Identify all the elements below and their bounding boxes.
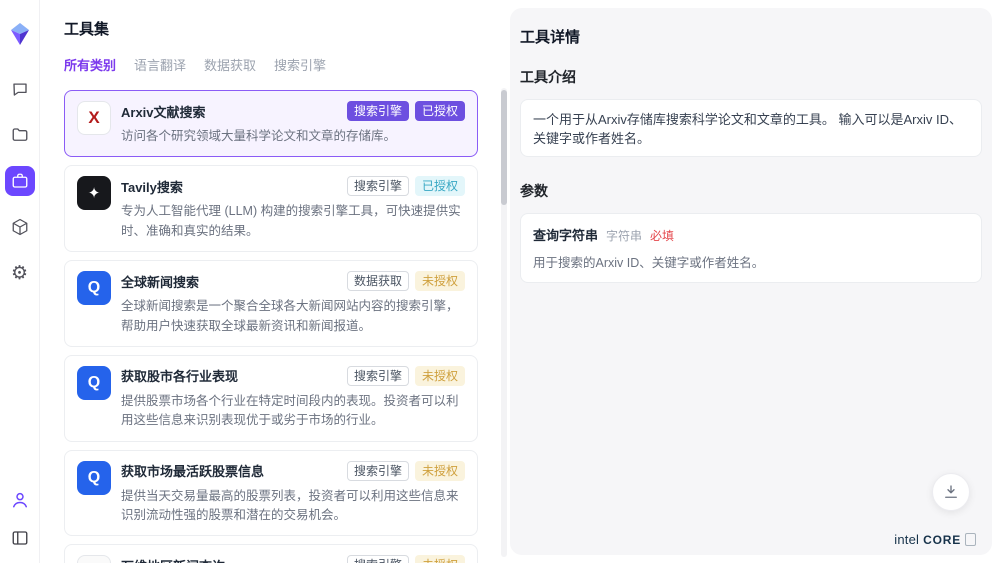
- folder-icon[interactable]: [5, 120, 35, 150]
- tool-description: 提供股票市场各个行业在特定时间段内的表现。投资者可以利用这些信息来识别表现优于或…: [121, 392, 465, 431]
- package-icon[interactable]: [5, 212, 35, 242]
- tool-card[interactable]: ☰ 万维地区新闻查询 搜索引擎 未授权 查询具体行政区划内的新闻，快速了解各地新…: [64, 544, 478, 563]
- scrollbar-track[interactable]: [501, 88, 507, 557]
- tool-list-title: 工具集: [64, 18, 478, 39]
- intel-core-text: CORE: [923, 533, 961, 547]
- params-section-title: 参数: [520, 181, 982, 201]
- auth-status-badge: 未授权: [415, 271, 465, 291]
- category-badge: 搜索引擎: [347, 176, 409, 196]
- stock-api-logo-icon: Q: [77, 366, 111, 400]
- download-icon: [942, 483, 960, 501]
- arxiv-logo-icon: X: [77, 101, 111, 135]
- tool-detail-panel: 工具详情 工具介绍 一个用于从Arxiv存储库搜索科学论文和文章的工具。 输入可…: [510, 8, 992, 555]
- category-badge: 搜索引擎: [347, 366, 409, 386]
- tool-description: 访问各个研究领域大量科学论文和文章的存储库。: [121, 127, 465, 146]
- app-logo-icon: [8, 22, 32, 46]
- param-required-badge: 必填: [650, 227, 674, 244]
- scrollbar-thumb[interactable]: [501, 90, 507, 205]
- tool-description: 全球新闻搜索是一个聚合全球各大新闻网站内容的搜索引擎，帮助用户快速获取全球最新资…: [121, 297, 465, 336]
- auth-status-badge: 已授权: [415, 176, 465, 196]
- param-description: 用于搜索的Arxiv ID、关键字或作者姓名。: [533, 252, 969, 271]
- toolbox-icon[interactable]: [5, 166, 35, 196]
- tab-搜索引擎[interactable]: 搜索引擎: [274, 55, 326, 74]
- news-api-logo-icon: Q: [77, 271, 111, 305]
- tool-card[interactable]: Q 获取股市各行业表现 搜索引擎 未授权 提供股票市场各个行业在特定时间段内的表…: [64, 355, 478, 442]
- tool-name: 万维地区新闻查询: [121, 556, 225, 563]
- category-badge: 数据获取: [347, 271, 409, 291]
- tool-card[interactable]: Q 全球新闻搜索 数据获取 未授权 全球新闻搜索是一个聚合全球各大新闻网站内容的…: [64, 260, 478, 347]
- tool-description: 专为人工智能代理 (LLM) 构建的搜索引擎工具，可快速提供实时、准确和真实的结…: [121, 202, 465, 241]
- stock-api-logo-icon: Q: [77, 461, 111, 495]
- param-type: 字符串: [606, 227, 642, 244]
- download-button[interactable]: [932, 473, 970, 511]
- tab-语言翻译[interactable]: 语言翻译: [134, 55, 186, 74]
- category-badge: 搜索引擎: [347, 461, 409, 481]
- tavily-logo-icon: ✦: [77, 176, 111, 210]
- detail-title: 工具详情: [520, 26, 982, 47]
- tool-name: 全球新闻搜索: [121, 272, 199, 291]
- tool-card-list: X Arxiv文献搜索 搜索引擎 已授权 访问各个研究领域大量科学论文和文章的存…: [64, 90, 478, 563]
- intro-section-title: 工具介绍: [520, 67, 982, 87]
- intel-core-logo: intel CORE: [894, 532, 976, 547]
- tool-name: 获取股市各行业表现: [121, 366, 238, 385]
- tool-description: 提供当天交易量最高的股票列表，投资者可以利用这些信息来识别流动性强的股票和潜在的…: [121, 487, 465, 526]
- auth-status-badge: 未授权: [415, 555, 465, 563]
- category-tabs: 所有类别语言翻译数据获取搜索引擎: [64, 55, 478, 74]
- tab-所有类别[interactable]: 所有类别: [64, 55, 116, 74]
- tool-name: 获取市场最活跃股票信息: [121, 461, 264, 480]
- user-icon[interactable]: [5, 485, 35, 515]
- app-window: ⚙ 工具集 所有类别语言翻译数据获取搜索引擎 X Arxiv文献搜索 搜索引擎: [0, 0, 1000, 563]
- auth-status-badge: 未授权: [415, 366, 465, 386]
- category-badge: 搜索引擎: [347, 101, 409, 121]
- intro-text: 一个用于从Arxiv存储库搜索科学论文和文章的工具。 输入可以是Arxiv ID…: [533, 112, 962, 146]
- intel-tier-badge: [965, 533, 976, 546]
- intro-card: 一个用于从Arxiv存储库搜索科学论文和文章的工具。 输入可以是Arxiv ID…: [520, 99, 982, 157]
- chat-icon[interactable]: [5, 74, 35, 104]
- tool-card[interactable]: Q 获取市场最活跃股票信息 搜索引擎 未授权 提供当天交易量最高的股票列表，投资…: [64, 450, 478, 537]
- document-icon: ☰: [77, 555, 111, 563]
- auth-status-badge: 未授权: [415, 461, 465, 481]
- intel-brand-text: intel: [894, 532, 919, 547]
- tool-name: Arxiv文献搜索: [121, 102, 206, 121]
- tool-name: Tavily搜索: [121, 177, 183, 196]
- sidebar-toggle-icon[interactable]: [5, 523, 35, 553]
- param-card: 查询字符串 字符串 必填 用于搜索的Arxiv ID、关键字或作者姓名。: [520, 213, 982, 283]
- auth-status-badge: 已授权: [415, 101, 465, 121]
- param-name: 查询字符串: [533, 225, 598, 244]
- tool-list-panel: 工具集 所有类别语言翻译数据获取搜索引擎 X Arxiv文献搜索 搜索引擎 已授…: [40, 0, 510, 563]
- settings-gear-icon[interactable]: ⚙: [5, 258, 35, 288]
- category-badge: 搜索引擎: [347, 555, 409, 563]
- tool-card[interactable]: ✦ Tavily搜索 搜索引擎 已授权 专为人工智能代理 (LLM) 构建的搜索…: [64, 165, 478, 252]
- tool-card[interactable]: X Arxiv文献搜索 搜索引擎 已授权 访问各个研究领域大量科学论文和文章的存…: [64, 90, 478, 157]
- tab-数据获取[interactable]: 数据获取: [204, 55, 256, 74]
- icon-rail: ⚙: [0, 0, 40, 563]
